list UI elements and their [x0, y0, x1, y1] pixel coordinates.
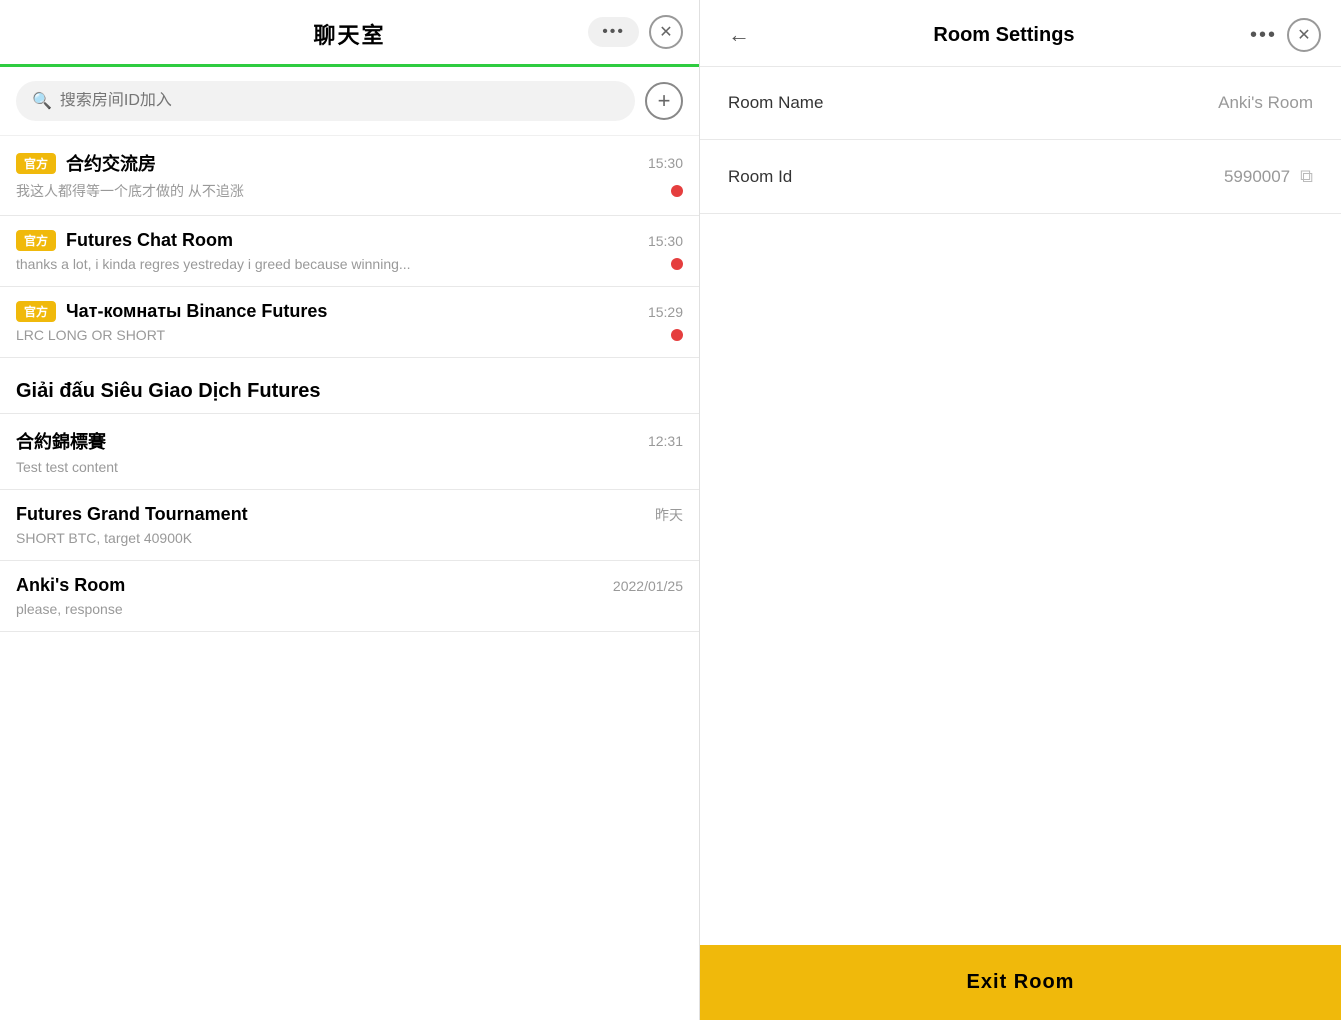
- room-title-wrap: 官方 Чат-комнаты Binance Futures: [16, 301, 327, 322]
- room-name-row: Room Name Anki's Room: [700, 67, 1341, 140]
- room-id-row: Room Id 5990007 ⧉: [700, 140, 1341, 214]
- list-item[interactable]: Anki's Room 2022/01/25 please, response: [0, 561, 699, 632]
- room-preview: LRC LONG OR SHORT: [16, 327, 663, 343]
- right-panel-inner: ← Room Settings ••• ✕ Room Name Anki's R…: [700, 0, 1341, 1020]
- room-id-value: 5990007: [1224, 167, 1290, 187]
- add-room-button[interactable]: +: [645, 82, 683, 120]
- list-item[interactable]: 合約錦標賽 12:31 Test test content: [0, 414, 699, 490]
- room-id-value-wrap: 5990007 ⧉: [1224, 166, 1313, 187]
- official-badge: 官方: [16, 153, 56, 174]
- search-input-wrap[interactable]: 🔍: [16, 81, 635, 121]
- room-name: Futures Grand Tournament: [16, 504, 248, 525]
- right-content: Room Name Anki's Room Room Id 5990007 ⧉: [700, 67, 1341, 1020]
- room-preview: 我这人都得等一个底才做的 从不追涨: [16, 181, 663, 201]
- right-header: ← Room Settings ••• ✕: [700, 0, 1341, 67]
- room-time: 15:29: [648, 304, 683, 320]
- unread-dot: [671, 258, 683, 270]
- room-preview: please, response: [16, 601, 683, 617]
- room-item-bottom: please, response: [16, 601, 683, 617]
- room-name: 合约交流房: [66, 150, 156, 176]
- room-title-wrap: 官方 合约交流房: [16, 150, 156, 176]
- room-item-top: Anki's Room 2022/01/25: [16, 575, 683, 596]
- list-item[interactable]: 官方 合约交流房 15:30 我这人都得等一个底才做的 从不追涨: [0, 136, 699, 216]
- room-name: 合約錦標賽: [16, 428, 106, 454]
- room-item-top: 官方 合约交流房 15:30: [16, 150, 683, 176]
- left-panel: 聊天室 ••• ✕ 🔍 + 官方 合约交流房 15:30 我这人都得等一个底才做…: [0, 0, 700, 1020]
- search-input[interactable]: [60, 92, 619, 110]
- room-id-label: Room Id: [728, 167, 792, 187]
- official-badge: 官方: [16, 301, 56, 322]
- left-panel-title: 聊天室: [313, 18, 385, 50]
- room-name: Futures Chat Room: [66, 230, 233, 251]
- room-time: 2022/01/25: [613, 578, 683, 594]
- room-item-bottom: Test test content: [16, 459, 683, 475]
- room-title-wrap: 官方 Futures Chat Room: [16, 230, 233, 251]
- room-preview: SHORT BTC, target 40900K: [16, 530, 683, 546]
- room-time: 15:30: [648, 233, 683, 249]
- room-item-top: 合約錦標賽 12:31: [16, 428, 683, 454]
- room-time: 12:31: [648, 433, 683, 449]
- search-icon: 🔍: [32, 91, 52, 111]
- unread-dot: [671, 185, 683, 197]
- room-name: Чат-комнаты Binance Futures: [66, 301, 327, 322]
- room-item-top: Futures Grand Tournament 昨天: [16, 504, 683, 525]
- copy-icon[interactable]: ⧉: [1300, 166, 1313, 187]
- room-name-value: Anki's Room: [1218, 93, 1313, 113]
- unread-dot: [671, 329, 683, 341]
- room-item-top: 官方 Чат-комнаты Binance Futures 15:29: [16, 301, 683, 322]
- left-header-actions: ••• ✕: [588, 15, 683, 49]
- official-badge: 官方: [16, 230, 56, 251]
- left-header: 聊天室 ••• ✕: [0, 0, 699, 67]
- list-item[interactable]: 官方 Futures Chat Room 15:30 thanks a lot,…: [0, 216, 699, 287]
- left-close-button[interactable]: ✕: [649, 15, 683, 49]
- room-preview: Test test content: [16, 459, 683, 475]
- search-bar: 🔍 +: [0, 67, 699, 136]
- room-item-bottom: LRC LONG OR SHORT: [16, 327, 683, 343]
- right-header-actions: ••• ✕: [1250, 18, 1321, 52]
- exit-room-button[interactable]: Exit Room: [700, 945, 1341, 1020]
- room-time: 15:30: [648, 155, 683, 171]
- room-item-top: 官方 Futures Chat Room 15:30: [16, 230, 683, 251]
- right-dots-button[interactable]: •••: [1250, 24, 1277, 47]
- room-list: 官方 合约交流房 15:30 我这人都得等一个底才做的 从不追涨 官方 Futu…: [0, 136, 699, 1020]
- left-dots-button[interactable]: •••: [588, 17, 639, 47]
- right-close-button[interactable]: ✕: [1287, 18, 1321, 52]
- list-item[interactable]: 官方 Чат-комнаты Binance Futures 15:29 LRC…: [0, 287, 699, 358]
- room-name-label: Room Name: [728, 93, 823, 113]
- room-preview: thanks a lot, i kinda regres yestreday i…: [16, 256, 663, 272]
- room-name: Anki's Room: [16, 575, 125, 596]
- room-time: 昨天: [655, 505, 683, 525]
- room-item-bottom: SHORT BTC, target 40900K: [16, 530, 683, 546]
- right-panel-title: Room Settings: [770, 24, 1238, 47]
- right-panel: ← Room Settings ••• ✕ Room Name Anki's R…: [700, 0, 1341, 1020]
- list-item[interactable]: Futures Grand Tournament 昨天 SHORT BTC, t…: [0, 490, 699, 561]
- back-button[interactable]: ←: [720, 18, 758, 52]
- room-item-bottom: thanks a lot, i kinda regres yestreday i…: [16, 256, 683, 272]
- room-item-bottom: 我这人都得等一个底才做的 从不追涨: [16, 181, 683, 201]
- tournament-section-header: Giải đấu Siêu Giao Dịch Futures: [0, 358, 699, 413]
